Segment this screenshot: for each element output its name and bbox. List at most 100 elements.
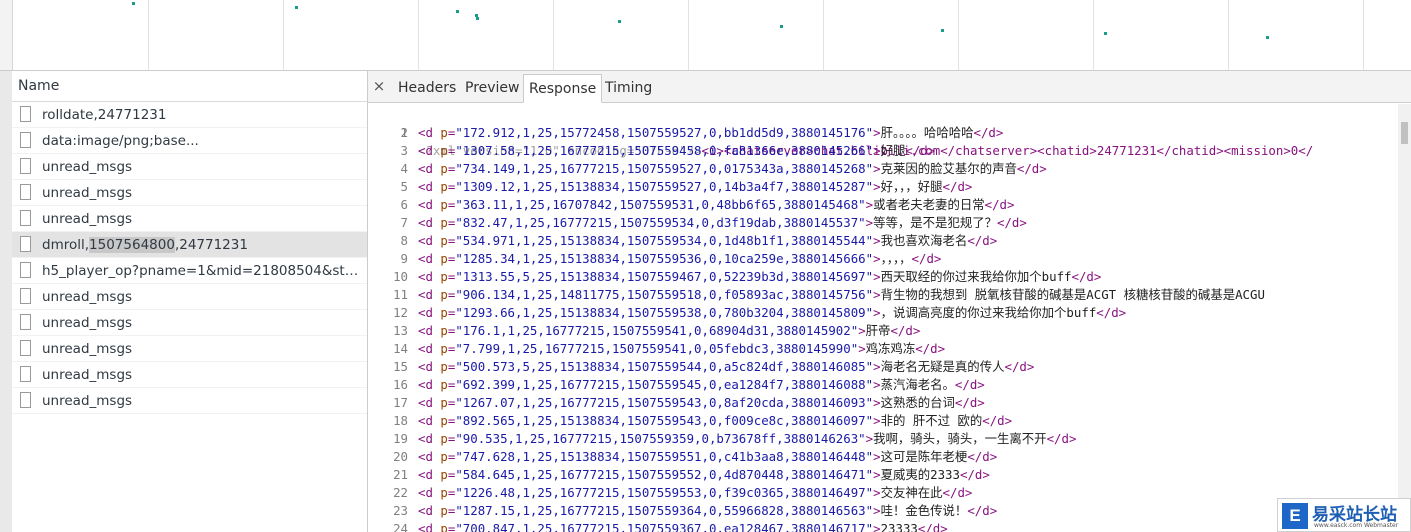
timeline-request-mark xyxy=(295,6,298,9)
danmaku-text: 海老名无疑是真的传人 xyxy=(880,359,1005,374)
timeline-left-strip xyxy=(0,0,13,70)
tag-open: <d xyxy=(418,467,441,482)
timeline-gridline xyxy=(823,0,824,70)
request-row[interactable]: unread_msgs xyxy=(12,336,367,362)
request-name: unread_msgs xyxy=(42,341,133,357)
request-row[interactable]: unread_msgs xyxy=(12,388,367,414)
tag-open: <d xyxy=(418,431,441,446)
request-row[interactable]: rolldate,24771231 xyxy=(12,102,367,128)
request-list: rolldate,24771231 data:image/png;base...… xyxy=(12,102,367,414)
code-line-text: <d p="700.847,1,25,16777215,1507559367,0… xyxy=(418,520,948,532)
code-line-text: <d p="832.47,1,25,16777215,1507559534,0,… xyxy=(418,214,1027,232)
danmaku-text: ，，，， xyxy=(880,251,912,266)
line-number: 22 xyxy=(393,485,408,500)
name-column-header[interactable]: Name xyxy=(12,71,367,102)
code-line: 11 <d p="906.134,1,25,14811775,1507559518… xyxy=(368,286,1398,304)
response-scrollbar[interactable] xyxy=(1398,104,1411,532)
request-row[interactable]: h5_player_op?pname=1&mid=21808504&stat..… xyxy=(12,258,367,284)
code-line-text: <d p="734.149,1,25,16777215,1507559527,0… xyxy=(418,160,1047,178)
scrollbar-thumb[interactable] xyxy=(1401,122,1408,144)
timeline-gridline xyxy=(553,0,554,70)
detail-tab-bar: × Headers Preview Response Timing xyxy=(368,71,1411,103)
tag-close: </d> xyxy=(967,503,998,518)
attr-value: "747.628,1,25,15138834,1507559551,0,c41b… xyxy=(455,449,874,464)
code-line: 14 <d p="7.799,1,25,16777215,1507559541,0… xyxy=(368,340,1398,358)
code-line: 1 <?xml version="1.0" encoding="UTF-8"?>… xyxy=(368,106,1398,158)
danmaku-text: 好，，，好腿 xyxy=(880,179,943,194)
code-line-text: <d p="363.11,1,25,16707842,1507559531,0,… xyxy=(418,196,1014,214)
code-line-text: <d p="500.573,5,25,15138834,1507559544,0… xyxy=(418,358,1034,376)
close-icon[interactable]: × xyxy=(372,77,386,95)
attr-value: "176.1,1,25,16777215,1507559541,0,68904d… xyxy=(455,323,859,338)
code-line: 19 <d p="90.535,1,25,16777215,1507559359,… xyxy=(368,430,1398,448)
request-row[interactable]: unread_msgs xyxy=(12,206,367,232)
line-number: 16 xyxy=(393,377,408,392)
attr-name: p xyxy=(440,197,448,212)
tag-end: > xyxy=(873,395,881,410)
request-row[interactable]: unread_msgs xyxy=(12,180,367,206)
request-name: unread_msgs xyxy=(42,185,133,201)
request-detail-pane: × Headers Preview Response Timing 1 <?xm… xyxy=(368,71,1411,532)
request-row[interactable]: unread_msgs xyxy=(12,362,367,388)
timeline-gridline xyxy=(958,0,959,70)
tag-end: > xyxy=(873,143,881,158)
tab-timing[interactable]: Timing xyxy=(600,74,657,103)
request-row[interactable]: unread_msgs xyxy=(12,284,367,310)
response-body-viewer[interactable]: 1 <?xml version="1.0" encoding="UTF-8"?>… xyxy=(368,104,1398,532)
tag-end: > xyxy=(865,215,874,230)
code-line-text: <d p="1309.12,1,25,15138834,1507559527,0… xyxy=(418,178,972,196)
code-line: 12 <d p="1293.66,1,25,15138834,1507559538… xyxy=(368,304,1398,322)
tag-end: > xyxy=(873,377,881,392)
tag-close: </d> xyxy=(1071,269,1102,284)
tag-end: > xyxy=(873,359,881,374)
danmaku-text: 等等，是不是犯规了？ xyxy=(873,215,998,230)
document-icon xyxy=(20,392,31,408)
danmaku-text: 西天取经的你过来我给你加个buff xyxy=(880,269,1072,284)
tab-response[interactable]: Response xyxy=(523,74,603,103)
tag-open: <d xyxy=(418,269,441,284)
tag-close: </d> xyxy=(1046,431,1077,446)
code-line: 8 <d p="534.971,1,25,15138834,1507559534,… xyxy=(368,232,1398,250)
timeline-gridline xyxy=(688,0,689,70)
code-line: 23 <d p="1287.15,1,25,16777215,1507559364… xyxy=(368,502,1398,520)
tag-open: <d xyxy=(418,305,441,320)
code-line-text: <d p="1307.58,1,25,16777215,1507559458,0… xyxy=(418,142,935,160)
danmaku-text: 交友神在此 xyxy=(880,485,943,500)
request-name: unread_msgs xyxy=(42,315,133,331)
code-line: 17 <d p="1267.07,1,25,16777215,1507559543… xyxy=(368,394,1398,412)
line-number: 7 xyxy=(400,215,408,230)
code-line-text: <d p="90.535,1,25,16777215,1507559359,0,… xyxy=(418,430,1076,448)
tag-open: <d xyxy=(418,287,441,302)
timeline-request-mark xyxy=(476,17,479,20)
code-line-text: <d p="1313.55,5,25,15138834,1507559467,0… xyxy=(418,268,1101,286)
request-row[interactable]: unread_msgs xyxy=(12,154,367,180)
line-number: 15 xyxy=(393,359,408,374)
attr-value: "1293.66,1,25,15138834,1507559538,0,780b… xyxy=(455,305,874,320)
request-row-selected[interactable]: dmroll,1507564800,24771231 xyxy=(12,232,367,258)
danmaku-text: 鸡冻鸡冻 xyxy=(865,341,916,356)
document-icon xyxy=(20,210,31,226)
tab-preview[interactable]: Preview xyxy=(460,74,525,103)
timeline-gridline xyxy=(1228,0,1229,70)
attr-value: "832.47,1,25,16777215,1507559534,0,d3f19… xyxy=(455,215,866,230)
tag-close: </d> xyxy=(942,485,973,500)
request-name: unread_msgs xyxy=(42,367,133,383)
tag-close: </d> xyxy=(973,125,1004,140)
watermark-logo-icon: E xyxy=(1282,503,1308,529)
tag-open: <d xyxy=(418,521,441,532)
code-line-text: <d p="1267.07,1,25,16777215,1507559543,0… xyxy=(418,394,985,412)
timeline-request-mark xyxy=(456,10,459,13)
request-row[interactable]: unread_msgs xyxy=(12,310,367,336)
attr-name: p xyxy=(440,377,448,392)
network-timeline-overview[interactable] xyxy=(0,0,1411,71)
line-number: 6 xyxy=(400,197,408,212)
attr-value: "1313.55,5,25,15138834,1507559467,0,5223… xyxy=(455,269,874,284)
line-number: 19 xyxy=(393,431,408,446)
attr-name: p xyxy=(440,485,448,500)
timeline-request-mark xyxy=(618,20,621,23)
tab-headers[interactable]: Headers xyxy=(393,74,461,103)
code-line: 7 <d p="832.47,1,25,16777215,1507559534,0… xyxy=(368,214,1398,232)
request-row[interactable]: data:image/png;base... xyxy=(12,128,367,154)
tag-end: > xyxy=(873,161,881,176)
timeline-gridline xyxy=(1093,0,1094,70)
